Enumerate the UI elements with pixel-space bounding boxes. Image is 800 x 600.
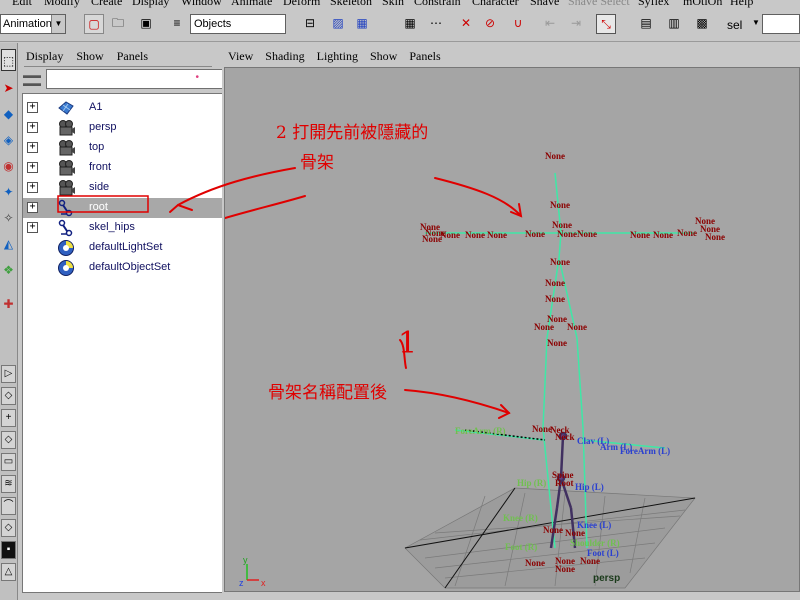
annotation-number-1: 1 xyxy=(398,326,418,361)
annotation-note-2: 2 打開先前被隱藏的 xyxy=(276,123,429,143)
annotation-note-1: 骨架名稱配置後 xyxy=(268,383,387,403)
maya-window: Edit Modify Create Display Window Animat… xyxy=(0,0,800,600)
annotation-overlay xyxy=(57,167,407,369)
annotation-note-2-line2: 骨架 xyxy=(300,153,334,173)
